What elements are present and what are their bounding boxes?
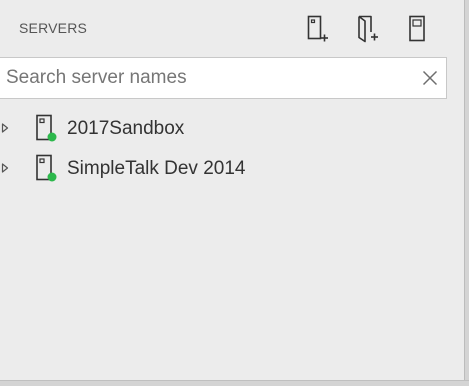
server-group-add-icon [358,15,378,43]
server-add-icon [307,15,328,42]
expand-chevron-icon[interactable] [0,121,10,135]
close-icon [422,70,438,86]
expand-chevron-icon[interactable] [0,161,10,175]
new-server-group-button[interactable] [354,12,382,46]
server-icon [409,15,425,42]
server-tree: 2017Sandbox SimpleTalk Dev 2014 [0,108,447,188]
connected-status-dot [47,172,57,182]
server-tree-item[interactable]: SimpleTalk Dev 2014 [0,148,447,188]
server-connected-icon [36,114,57,142]
window-frame-bottom [0,380,469,386]
search-input[interactable] [6,58,406,98]
new-connection-button[interactable] [304,12,332,46]
panel-title: SERVERS [19,20,88,36]
server-tree-item[interactable]: 2017Sandbox [0,108,447,148]
search-box [0,57,447,99]
servers-panel-header: SERVERS [0,0,464,56]
clear-search-button[interactable] [420,68,440,88]
server-name: 2017Sandbox [67,118,185,139]
server-connected-icon [36,154,57,182]
active-connections-button[interactable] [403,12,431,46]
server-name: SimpleTalk Dev 2014 [67,158,246,179]
window-frame-right [464,0,469,386]
connected-status-dot [47,132,57,142]
